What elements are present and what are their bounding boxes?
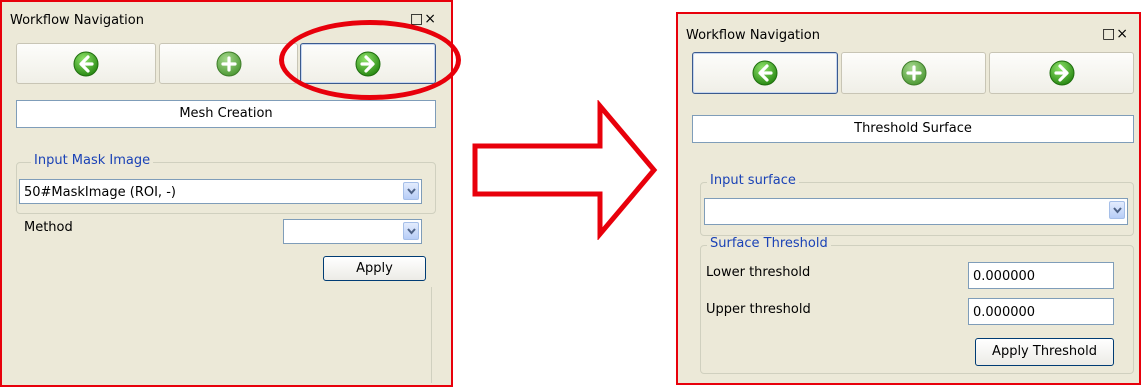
- add-button[interactable]: [159, 43, 298, 84]
- upper-threshold-label: Upper threshold: [706, 302, 811, 317]
- input-mask-combo[interactable]: 50#MaskImage (ROI, -): [19, 179, 422, 204]
- step-name-display: Threshold Surface: [692, 115, 1134, 143]
- step-name-display: Mesh Creation: [16, 100, 436, 128]
- apply-threshold-button[interactable]: Apply Threshold: [975, 338, 1114, 366]
- panel-title: Workflow Navigation: [10, 13, 144, 28]
- back-arrow-icon: [73, 51, 99, 76]
- input-surface-combo[interactable]: [704, 198, 1128, 225]
- forward-button[interactable]: [989, 52, 1134, 94]
- back-button[interactable]: [692, 52, 838, 94]
- forward-arrow-icon: [1049, 60, 1074, 86]
- apply-button[interactable]: Apply: [323, 256, 426, 281]
- method-label: Method: [24, 220, 73, 235]
- window-controls[interactable]: □×: [1102, 26, 1129, 42]
- plus-icon: [901, 60, 926, 86]
- divider: [431, 287, 432, 383]
- lower-threshold-input[interactable]: 0.000000: [968, 262, 1114, 289]
- highlight-circle-annotation: [279, 20, 461, 100]
- lower-threshold-label: Lower threshold: [706, 265, 811, 280]
- workflow-panel-after: Workflow Navigation □× Threshold Surface…: [676, 12, 1141, 385]
- chevron-down-icon[interactable]: [1109, 201, 1125, 219]
- method-combo[interactable]: [283, 219, 422, 244]
- plus-icon: [216, 51, 241, 76]
- back-button[interactable]: [16, 43, 156, 84]
- field-value: 0.000000: [973, 269, 1036, 284]
- back-arrow-icon: [752, 60, 778, 86]
- transition-arrow-icon: [472, 100, 658, 240]
- chevron-down-icon[interactable]: [403, 182, 419, 200]
- upper-threshold-input[interactable]: 0.000000: [968, 298, 1114, 325]
- chevron-down-icon[interactable]: [403, 222, 419, 240]
- combo-value: 50#MaskImage (ROI, -): [24, 185, 176, 200]
- add-button[interactable]: [841, 52, 986, 94]
- field-value: 0.000000: [973, 305, 1036, 320]
- group-legend: Input surface: [707, 173, 799, 188]
- group-legend: Surface Threshold: [707, 236, 831, 251]
- group-legend: Input Mask Image: [31, 153, 154, 168]
- panel-title: Workflow Navigation: [686, 28, 820, 43]
